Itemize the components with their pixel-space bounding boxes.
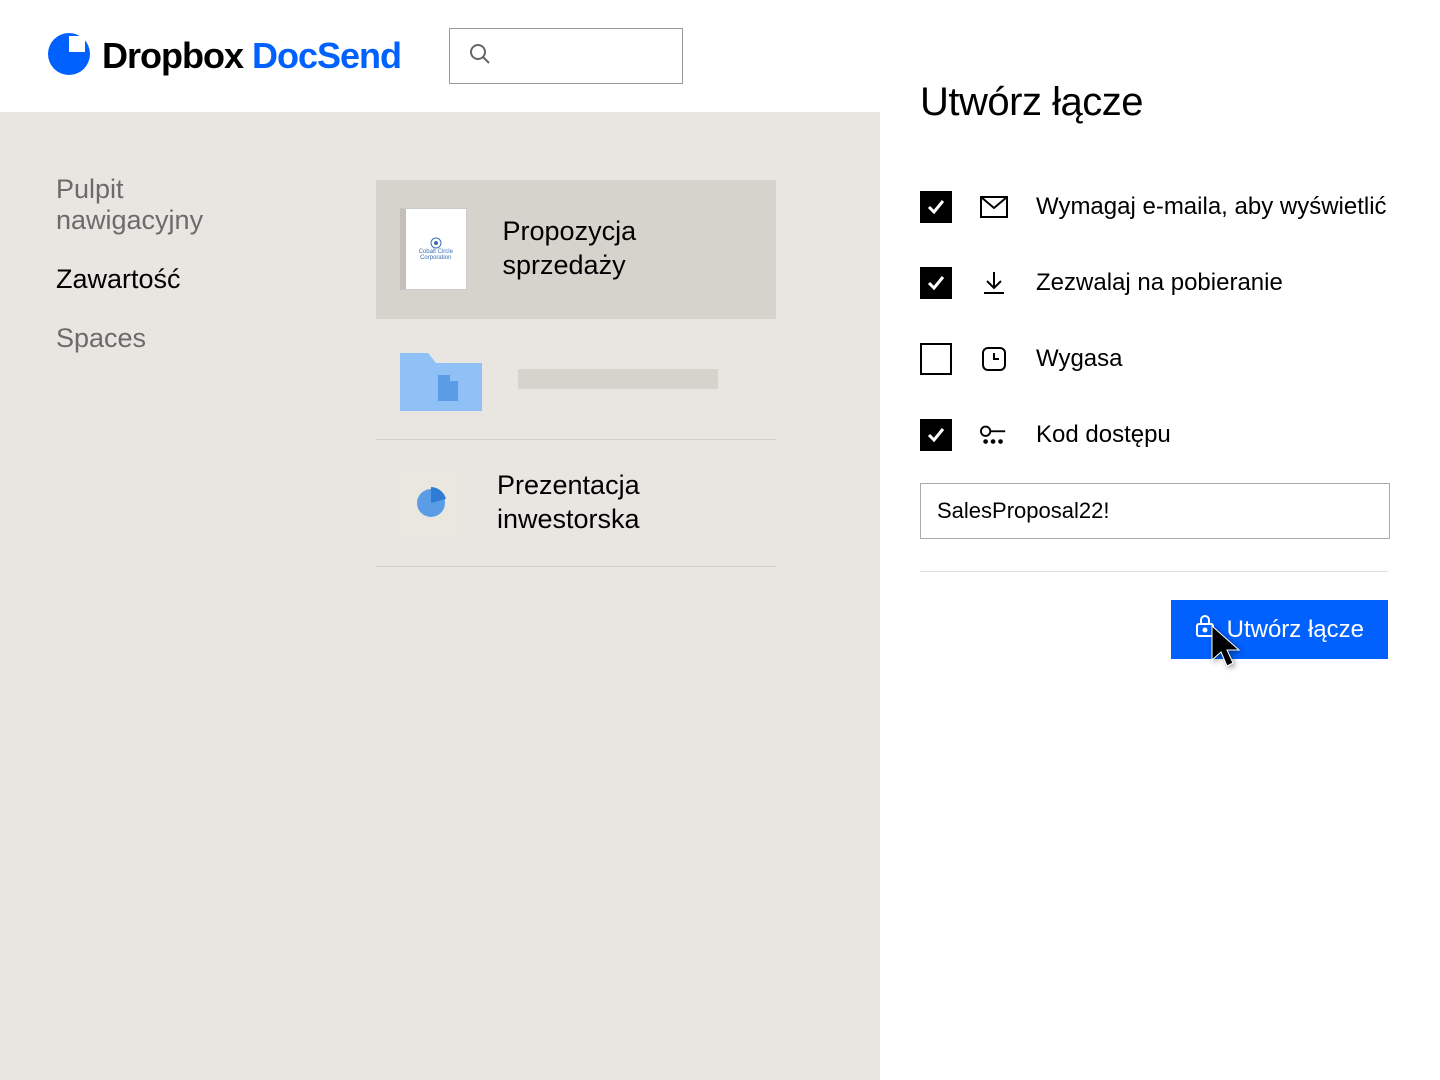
option-label: Wygasa bbox=[1036, 345, 1122, 373]
divider bbox=[920, 571, 1388, 572]
create-link-button[interactable]: Utwórz łącze bbox=[1171, 600, 1388, 659]
checkbox-require-email[interactable] bbox=[920, 191, 952, 223]
search-icon bbox=[468, 42, 492, 71]
content-row[interactable]: Prezentacja inwestorska bbox=[376, 440, 776, 567]
key-icon bbox=[980, 421, 1008, 449]
checkbox-expires[interactable] bbox=[920, 343, 952, 375]
panel-actions: Utwórz łącze bbox=[920, 600, 1388, 659]
create-link-panel: Utwórz łącze Wymagaj e-maila, aby wyświe… bbox=[880, 0, 1440, 1080]
clock-icon bbox=[980, 345, 1008, 373]
panel-title: Utwórz łącze bbox=[920, 80, 1388, 125]
content-row[interactable]: Cobalt Circle Corporation Propozycja spr… bbox=[376, 180, 776, 319]
passcode-field-wrap bbox=[920, 483, 1390, 539]
logo-text: Dropbox DocSend bbox=[102, 35, 401, 77]
option-allow-download: Zezwalaj na pobieranie bbox=[920, 245, 1388, 321]
search-input[interactable] bbox=[449, 28, 683, 84]
content-row[interactable] bbox=[376, 319, 776, 440]
option-passcode: Kod dostępu bbox=[920, 397, 1388, 473]
logo[interactable]: Dropbox DocSend bbox=[48, 33, 401, 80]
sidebar-item-spaces[interactable]: Spaces bbox=[56, 309, 270, 368]
sidebar-item-dashboard[interactable]: Pulpit nawigacyjny bbox=[56, 160, 270, 250]
chart-icon bbox=[400, 468, 461, 538]
button-label: Utwórz łącze bbox=[1227, 616, 1364, 644]
sidebar-item-content[interactable]: Zawartość bbox=[56, 250, 270, 309]
option-label: Kod dostępu bbox=[1036, 421, 1171, 449]
download-icon bbox=[980, 269, 1008, 297]
option-require-email: Wymagaj e-maila, aby wyświetlić bbox=[920, 169, 1388, 245]
checkbox-passcode[interactable] bbox=[920, 419, 952, 451]
option-label: Wymagaj e-maila, aby wyświetlić bbox=[1036, 193, 1387, 221]
folder-icon bbox=[400, 347, 482, 411]
option-label: Zezwalaj na pobieranie bbox=[1036, 269, 1283, 297]
document-thumbnail: Cobalt Circle Corporation bbox=[400, 208, 467, 290]
dropbox-logo-icon bbox=[48, 33, 90, 80]
lock-icon bbox=[1195, 614, 1215, 645]
content-title-placeholder bbox=[518, 369, 718, 389]
passcode-input[interactable] bbox=[920, 483, 1390, 539]
mail-icon bbox=[980, 193, 1008, 221]
checkbox-allow-download[interactable] bbox=[920, 267, 952, 299]
option-expires: Wygasa bbox=[920, 321, 1388, 397]
content-title: Propozycja sprzedaży bbox=[503, 215, 752, 283]
sidebar: Pulpit nawigacyjny Zawartość Spaces bbox=[0, 112, 326, 1080]
content-title: Prezentacja inwestorska bbox=[497, 469, 752, 537]
